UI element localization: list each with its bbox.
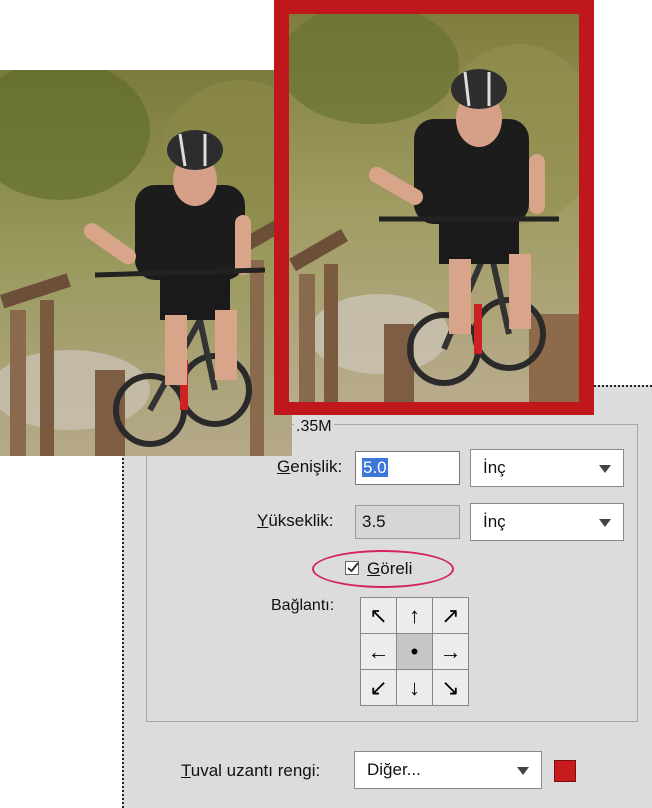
arrow-up-icon: ↑ <box>409 602 420 628</box>
anchor-top-right[interactable]: ↗ <box>433 598 469 634</box>
checkmark-icon <box>347 562 359 573</box>
anchor-bottom-left[interactable]: ↙ <box>361 670 397 706</box>
arrow-right-icon: → <box>439 638 462 664</box>
group-title-fragment: .35M <box>294 418 334 436</box>
height-label: Yükseklik: <box>257 511 334 530</box>
chevron-down-icon <box>599 519 611 527</box>
width-unit-select[interactable]: İnç <box>470 449 624 487</box>
anchor-dot-icon: • <box>410 638 419 664</box>
anchor-right[interactable]: → <box>433 634 469 670</box>
arrow-down-right-icon: ↘ <box>441 674 460 700</box>
anchor-grid: ↖ ↑ ↗ ← • → ↙ ↓ ↘ <box>360 597 469 706</box>
anchor-bottom[interactable]: ↓ <box>397 670 433 706</box>
chevron-down-icon <box>599 465 611 473</box>
arrow-up-left-icon: ↖ <box>369 602 388 628</box>
arrow-down-left-icon: ↙ <box>369 674 388 700</box>
resized-photo <box>289 14 579 402</box>
anchor-bottom-right[interactable]: ↘ <box>433 670 469 706</box>
anchor-label: Bağlantı: <box>271 597 335 614</box>
cyclist-photo-image <box>0 70 292 456</box>
relative-checkbox[interactable] <box>345 561 359 575</box>
canvas-extension-color-select[interactable]: Diğer... <box>354 751 542 789</box>
color-swatch[interactable] <box>554 760 576 782</box>
chevron-down-icon <box>517 767 529 775</box>
anchor-top-left[interactable]: ↖ <box>361 598 397 634</box>
arrow-up-right-icon: ↗ <box>441 602 460 628</box>
anchor-top[interactable]: ↑ <box>397 598 433 634</box>
cyclist-photo-image <box>289 14 579 402</box>
anchor-left[interactable]: ← <box>361 634 397 670</box>
height-unit-select[interactable]: İnç <box>470 503 624 541</box>
relative-label[interactable]: Göreli <box>367 559 412 579</box>
original-photo <box>0 70 292 456</box>
arrow-left-icon: ← <box>367 638 390 664</box>
width-input[interactable]: 5.0 <box>355 451 460 485</box>
anchor-center[interactable]: • <box>397 634 433 670</box>
canvas-extension-color-label: Tuval uzantı rengi: <box>181 761 321 780</box>
width-label: Genişlik: <box>277 457 343 476</box>
arrow-down-icon: ↓ <box>409 674 420 700</box>
height-input[interactable]: 3.5 <box>355 505 460 539</box>
